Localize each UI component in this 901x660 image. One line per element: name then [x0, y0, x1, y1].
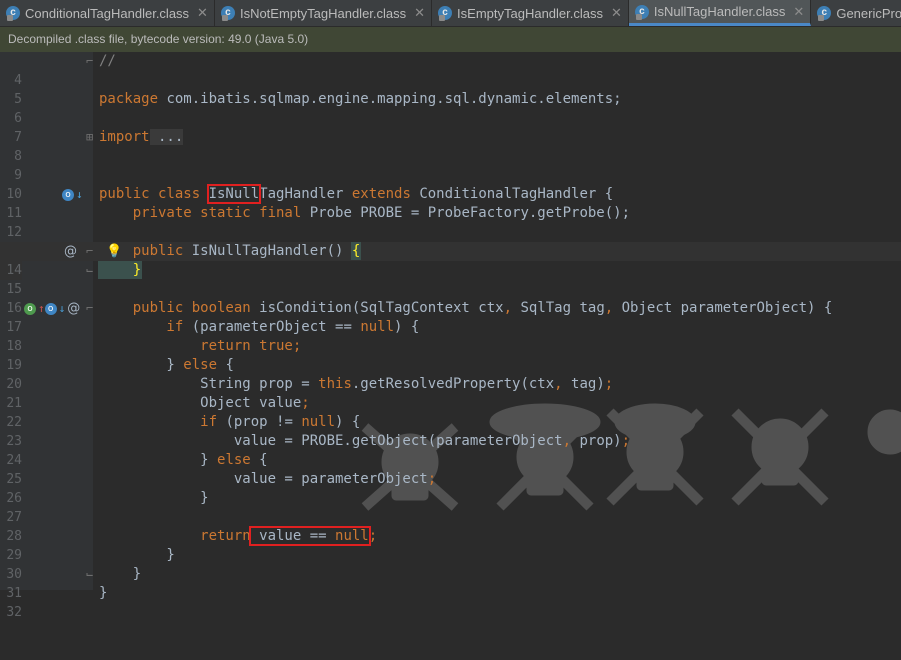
code-text: return true;: [99, 338, 302, 354]
tab-label: IsNotEmptyTagHandler.class: [239, 5, 407, 21]
code-text: value = PROBE.getObject(parameterObject,…: [99, 433, 631, 449]
code-line-13: 13: [0, 223, 901, 259]
code-line-22: 22 Object value;: [0, 394, 901, 430]
class-file-icon: c: [6, 6, 20, 21]
code-line-6: 6 package com.ibatis.sqlmap.engine.mappi…: [0, 90, 901, 126]
tab-label: IsNullTagHandler.class: [653, 4, 786, 19]
fold-expand-icon[interactable]: ⊞: [86, 128, 93, 147]
close-tab-icon[interactable]: ✕: [197, 5, 208, 21]
annotation-at-icon[interactable]: @: [67, 299, 80, 318]
code-text: }: [99, 547, 175, 563]
code-text: } else {: [99, 357, 234, 373]
annotation-at-icon[interactable]: @: [64, 242, 77, 261]
class-file-icon: c: [634, 4, 649, 20]
code-line-10: 10: [0, 166, 901, 202]
code-line-5: 5: [0, 71, 901, 107]
overridden-method-icon[interactable]: o: [44, 302, 57, 315]
code-text: public IsNullTagHandler() {: [99, 242, 362, 260]
matched-brace: }: [97, 261, 143, 279]
fold-marker-icon[interactable]: ⌐: [86, 52, 93, 71]
highlight-box-value-null: value == null: [248, 526, 371, 546]
code-text: private static final Probe PROBE = Probe…: [99, 205, 631, 221]
code-line-17: 17 o ↑ o ↓ @ ⌐ public boolean isCondition(…: [0, 299, 901, 335]
fold-marker-icon[interactable]: ⌙: [86, 261, 93, 280]
code-line-24: 24 value = PROBE.getObject(parameterObje…: [0, 432, 901, 468]
code-line-7: 7: [0, 109, 901, 145]
code-line-16: 16: [0, 280, 901, 316]
code-text: } else {: [99, 452, 268, 468]
code-line-21: 21 String prop = this.getResolvedPropert…: [0, 375, 901, 411]
tab-is-not-empty-tag-handler[interactable]: c IsNotEmptyTagHandler.class ✕: [215, 0, 433, 26]
code-text: public boolean isCondition(SqlTagContext…: [99, 300, 833, 316]
code-text: //: [99, 53, 116, 69]
code-line-14: 14 @ ⌐ 💡 public IsNullTagHandler() {: [0, 242, 901, 280]
tab-conditional-tag-handler[interactable]: c ConditionalTagHandler.class ✕: [0, 0, 215, 26]
code-text: value = parameterObject;: [99, 471, 437, 487]
folded-imports[interactable]: ...: [149, 129, 184, 145]
code-line-8: 8 ⊞ import ...: [0, 128, 901, 164]
editor-tab-bar: c ConditionalTagHandler.class ✕ c IsNotE…: [0, 0, 901, 27]
tab-is-null-tag-handler[interactable]: c IsNullTagHandler.class ✕: [628, 0, 812, 26]
close-tab-icon[interactable]: ✕: [414, 5, 425, 21]
code-text: }: [97, 261, 143, 280]
arrow-up-icon: ↑: [38, 302, 45, 315]
tab-label: ConditionalTagHandler.class: [25, 5, 190, 21]
code-line-28: 28: [0, 508, 901, 544]
code-line-15: 15 ⌙ }: [0, 261, 901, 297]
class-file-icon: c: [220, 6, 235, 21]
implements-icon[interactable]: o: [24, 302, 36, 315]
overridden-method-icon[interactable]: o: [62, 188, 74, 201]
code-text: if (parameterObject == null) {: [99, 319, 420, 335]
tab-generic-probe[interactable]: c GenericProb: [811, 0, 901, 26]
code-text: String prop = this.getResolvedProperty(c…: [99, 376, 614, 392]
tab-is-empty-tag-handler[interactable]: c IsEmptyTagHandler.class ✕: [432, 0, 629, 26]
fold-marker-icon[interactable]: ⌙: [86, 565, 93, 584]
close-tab-icon[interactable]: ✕: [611, 5, 622, 21]
tab-label: IsEmptyTagHandler.class: [457, 5, 603, 21]
code-text: }: [99, 585, 108, 601]
code-editor[interactable]: 4 ⌐ // 5 6 package com.ibatis.sqlmap.eng…: [0, 52, 901, 620]
code-line-25: 25 } else {: [0, 451, 901, 487]
class-file-icon: c: [438, 6, 453, 21]
code-line-19: 19 return true;: [0, 337, 901, 373]
code-text: Object value;: [99, 395, 310, 411]
tab-label: GenericProb: [836, 5, 901, 21]
code-text: package com.ibatis.sqlmap.engine.mapping…: [99, 91, 622, 107]
fold-marker-icon[interactable]: ⌐: [86, 299, 93, 318]
code-text: }: [99, 566, 142, 582]
code-line-31: 31 ⌙ }: [0, 565, 901, 601]
matched-brace: {: [350, 242, 362, 260]
code-line-4: 4 ⌐ //: [0, 52, 901, 88]
highlight-box-isnull: IsNull: [206, 184, 262, 204]
code-line-20: 20 } else {: [0, 356, 901, 392]
code-text: import ...: [99, 129, 184, 145]
arrow-down-icon: ↓: [58, 302, 66, 315]
class-file-icon: c: [817, 6, 832, 21]
decompiled-notice-banner: Decompiled .class file, bytecode version…: [0, 27, 901, 52]
code-line-23: 23 if (prop != null) {: [0, 413, 901, 449]
code-line-32: 32 }: [0, 584, 901, 620]
code-line-12: 12 private static final Probe PROBE = Pr…: [0, 204, 901, 240]
code-line-27: 27 }: [0, 489, 901, 525]
line-number: 32: [6, 605, 22, 620]
code-line-18: 18 if (parameterObject == null) {: [0, 318, 901, 354]
close-tab-icon[interactable]: ✕: [793, 4, 804, 20]
code-text: }: [99, 490, 209, 506]
code-line-29: 29 return value == null;: [0, 526, 901, 563]
code-line-26: 26 value = parameterObject;: [0, 470, 901, 506]
code-text: if (prop != null) {: [99, 414, 361, 430]
code-line-30: 30 }: [0, 546, 901, 582]
arrow-down-icon: ↓: [76, 188, 83, 201]
code-line-9: 9: [0, 147, 901, 183]
code-text: return value == null;: [99, 526, 378, 546]
code-line-11: 11 o ↓ public class IsNullTagHandler exte…: [0, 184, 901, 221]
code-text: public class IsNullTagHandler extends Co…: [99, 184, 614, 204]
fold-marker-icon[interactable]: ⌐: [86, 242, 93, 261]
